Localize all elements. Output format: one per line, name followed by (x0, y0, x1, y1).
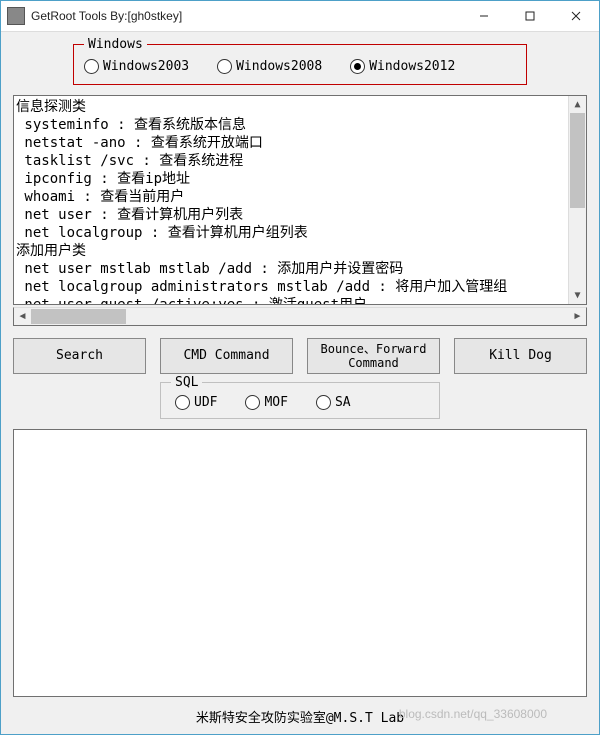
radio-icon (84, 59, 99, 74)
cmd-command-button[interactable]: CMD Command (160, 338, 293, 374)
window-title: GetRoot Tools By:[gh0stkey] (31, 9, 461, 23)
vertical-scrollbar[interactable]: ▲ ▼ (568, 96, 586, 304)
radio-icon (245, 395, 260, 410)
sql-radio-sa[interactable]: SA (316, 395, 351, 410)
scroll-thumb[interactable] (570, 113, 585, 208)
watermark-text: blog.csdn.net/qq_33608000 (399, 707, 547, 721)
button-row: Search CMD Command Bounce、Forward Comman… (13, 338, 587, 374)
os-radio-windows2012[interactable]: Windows2012 (350, 59, 455, 74)
maximize-icon (525, 11, 535, 21)
sql-radio-label: SA (335, 395, 351, 410)
footer-text: 米斯特安全攻防实验室@M.S.T Lab (196, 711, 404, 726)
client-area: Windows Windows2003 Windows2008 Windows201… (1, 32, 599, 734)
radio-icon (350, 59, 365, 74)
footer: 米斯特安全攻防实验室@M.S.T Lab blog.csdn.net/qq_33… (13, 705, 587, 730)
scroll-down-arrow-icon[interactable]: ▼ (569, 287, 586, 304)
os-groupbox: Windows Windows2003Windows2008Windows201… (73, 44, 527, 85)
sql-groupbox: SQL UDFMOFSA (160, 382, 440, 419)
sql-group-legend: SQL (171, 375, 202, 390)
radio-icon (316, 395, 331, 410)
scroll-right-arrow-icon[interactable]: ► (569, 308, 586, 325)
search-button[interactable]: Search (13, 338, 146, 374)
radio-icon (217, 59, 232, 74)
scroll-track[interactable] (569, 113, 586, 287)
app-window: GetRoot Tools By:[gh0stkey] Windows Wind… (0, 0, 600, 735)
os-radio-label: Windows2003 (103, 59, 189, 74)
command-textarea[interactable]: 信息探测类 systeminfo : 查看系统版本信息 netstat -ano… (13, 95, 587, 305)
hscroll-thumb[interactable] (31, 309, 126, 324)
close-icon (571, 11, 581, 21)
sql-radio-label: UDF (194, 395, 217, 410)
sql-radio-udf[interactable]: UDF (175, 395, 217, 410)
bounce-forward-button[interactable]: Bounce、Forward Command (307, 338, 440, 374)
kill-dog-button[interactable]: Kill Dog (454, 338, 587, 374)
radio-icon (175, 395, 190, 410)
os-radio-windows2003[interactable]: Windows2003 (84, 59, 189, 74)
sql-radio-label: MOF (264, 395, 287, 410)
scroll-left-arrow-icon[interactable]: ◄ (14, 308, 31, 325)
titlebar: GetRoot Tools By:[gh0stkey] (1, 1, 599, 32)
minimize-icon (479, 11, 489, 21)
app-icon (7, 7, 25, 25)
os-radio-label: Windows2012 (369, 59, 455, 74)
hscroll-track[interactable] (31, 308, 569, 325)
output-textarea[interactable] (13, 429, 587, 697)
minimize-button[interactable] (461, 1, 507, 31)
os-radio-windows2008[interactable]: Windows2008 (217, 59, 322, 74)
maximize-button[interactable] (507, 1, 553, 31)
scroll-up-arrow-icon[interactable]: ▲ (569, 96, 586, 113)
os-radio-label: Windows2008 (236, 59, 322, 74)
horizontal-scrollbar[interactable]: ◄ ► (13, 307, 587, 326)
os-group-legend: Windows (84, 37, 147, 52)
command-text[interactable]: 信息探测类 systeminfo : 查看系统版本信息 netstat -ano… (14, 96, 568, 304)
close-button[interactable] (553, 1, 599, 31)
sql-radio-mof[interactable]: MOF (245, 395, 287, 410)
